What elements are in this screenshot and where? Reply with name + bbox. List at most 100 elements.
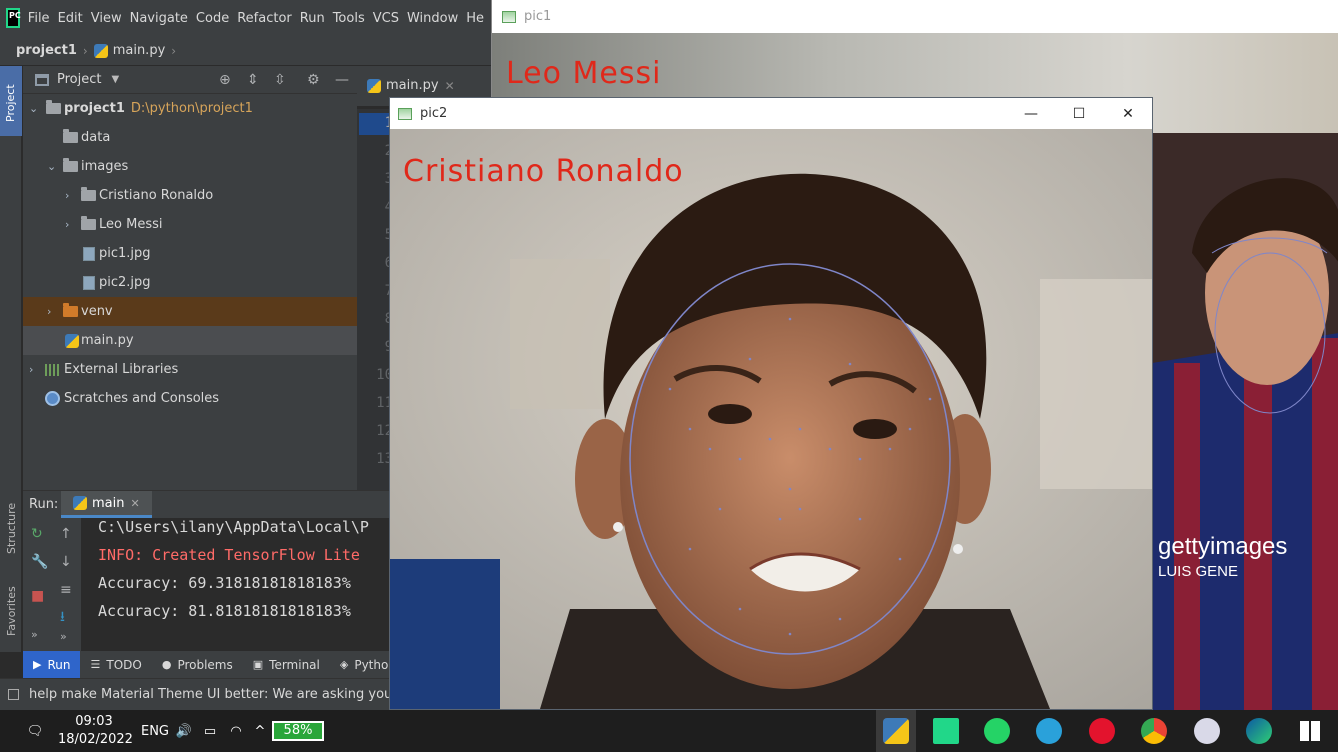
notification-icon[interactable]: 🗨	[22, 710, 48, 752]
chevron-right-icon: ›	[82, 43, 88, 58]
breadcrumb-file[interactable]: main.py	[113, 43, 166, 58]
language-indicator[interactable]: ENG	[140, 710, 170, 752]
pic1-name-label: Leo Messi	[506, 56, 662, 91]
whatsapp-app-icon[interactable]	[984, 718, 1010, 744]
tool-window-favorites-button[interactable]: Favorites	[5, 586, 18, 636]
tree-label: data	[81, 130, 111, 145]
edge-app-icon[interactable]	[1246, 718, 1272, 744]
menu-view[interactable]: View	[91, 11, 130, 26]
menu-file[interactable]: File	[28, 11, 58, 26]
chevron-down-icon[interactable]: ⌄	[29, 102, 39, 115]
more-icon[interactable]: »	[60, 630, 67, 643]
run-tab-main[interactable]: main ✕	[61, 491, 152, 518]
bottom-tab-todo[interactable]: ☰ TODO	[80, 651, 151, 678]
wifi-icon[interactable]: ◠	[226, 710, 246, 752]
tree-item-main-py[interactable]: main.py	[23, 326, 357, 355]
tree-item-leo-messi[interactable]: › Leo Messi	[23, 210, 357, 239]
opera-app-icon[interactable]	[1089, 718, 1115, 744]
menu-window[interactable]: Window	[407, 11, 466, 26]
locate-icon[interactable]: ⊕	[219, 72, 231, 88]
bottom-tab-label: Problems	[177, 657, 233, 672]
pic2-titlebar[interactable]: pic2 — ☐ ✕	[390, 98, 1152, 129]
tree-item-project1[interactable]: ⌄ project1 D:\python\project1	[23, 94, 357, 123]
close-icon[interactable]: ✕	[130, 497, 139, 510]
stop-icon[interactable]: ■	[31, 588, 44, 604]
pic2-image: Cristiano Ronaldo	[390, 129, 1152, 709]
tool-window-structure-button[interactable]: Structure	[5, 503, 18, 554]
chevron-up-icon[interactable]: ^	[250, 710, 270, 752]
menu-help[interactable]: He	[466, 11, 492, 26]
tree-item-external-libraries[interactable]: › External Libraries	[23, 355, 357, 384]
arrow-down-icon[interactable]: ↓	[60, 554, 72, 570]
soft-wrap-icon[interactable]: ≡	[60, 582, 72, 598]
pic1-titlebar[interactable]: pic1	[492, 0, 1338, 33]
menu-edit[interactable]: Edit	[58, 11, 91, 26]
tree-item-data[interactable]: data	[23, 123, 357, 152]
paint-app-icon[interactable]	[1194, 718, 1220, 744]
close-icon[interactable]: ✕	[1104, 98, 1152, 129]
tool-window-project-button[interactable]: Project	[0, 66, 22, 136]
battery-percentage[interactable]: 58%	[272, 721, 324, 741]
project-panel-title[interactable]: Project	[57, 72, 101, 87]
menu-code[interactable]: Code	[196, 11, 237, 26]
tree-item-pic2[interactable]: pic2.jpg	[23, 268, 357, 297]
wrench-icon[interactable]: 🔧	[31, 554, 48, 570]
scroll-to-end-icon[interactable]: ⭳	[60, 606, 65, 630]
rerun-icon[interactable]: ↻	[31, 526, 43, 542]
folder-icon	[63, 158, 78, 172]
chrome-app-icon[interactable]	[1141, 718, 1167, 744]
tree-item-pic1[interactable]: pic1.jpg	[23, 239, 357, 268]
python-app-icon[interactable]	[883, 718, 909, 744]
chevron-down-icon[interactable]: ⌄	[47, 160, 57, 173]
tree-item-cristiano-ronaldo[interactable]: › Cristiano Ronaldo	[23, 181, 357, 210]
project-panel-header: Project ▼ ⊕ ⇕ ⇳ ⚙ —	[23, 66, 357, 94]
project-panel: Project ▼ ⊕ ⇕ ⇳ ⚙ — ⌄ project1 D:\python\…	[23, 66, 357, 490]
caret-down-icon[interactable]: ▼	[111, 74, 119, 85]
windows-start-icon[interactable]	[1300, 721, 1320, 741]
close-icon[interactable]: ✕	[445, 79, 455, 93]
bottom-tab-problems[interactable]: ● Problems	[152, 651, 243, 678]
tree-label: pic1.jpg	[99, 246, 151, 261]
chevron-right-icon[interactable]: ›	[65, 189, 75, 202]
tree-item-venv[interactable]: › venv	[23, 297, 357, 326]
expand-all-icon[interactable]: ⇕	[247, 72, 259, 88]
tree-label: project1 D:\python\project1	[64, 101, 253, 116]
tree-item-scratches[interactable]: Scratches and Consoles	[23, 384, 357, 413]
telegram-app-icon[interactable]	[1036, 718, 1062, 744]
volume-icon[interactable]: 🔊	[174, 710, 194, 752]
editor-tab-main-py[interactable]: main.py ✕	[367, 78, 455, 93]
breadcrumb: project1 › main.py ›	[0, 36, 492, 66]
menu-refactor[interactable]: Refactor	[237, 11, 300, 26]
chevron-right-icon[interactable]: ›	[47, 305, 57, 318]
battery-icon[interactable]: ▭	[200, 710, 220, 752]
python-file-icon	[65, 333, 79, 348]
status-checkbox-icon[interactable]	[8, 689, 19, 700]
bottom-tab-run[interactable]: ▶ Run	[23, 651, 81, 678]
minimize-icon[interactable]: —	[1007, 98, 1055, 129]
folder-icon	[46, 100, 61, 114]
tree-item-images[interactable]: ⌄ images	[23, 152, 357, 181]
more-icon[interactable]: »	[31, 628, 38, 641]
info-icon: ●	[161, 658, 172, 671]
minimize-panel-icon[interactable]: —	[335, 72, 349, 88]
maximize-icon[interactable]: ☐	[1055, 98, 1103, 129]
folder-icon	[63, 129, 78, 143]
arrow-up-icon[interactable]: ↑	[60, 526, 72, 542]
image-window-icon	[398, 107, 412, 120]
breadcrumb-project[interactable]: project1	[16, 43, 77, 58]
menu-vcs[interactable]: VCS	[373, 11, 407, 26]
menu-tools[interactable]: Tools	[333, 11, 373, 26]
pic2-window[interactable]: pic2 — ☐ ✕ Cristiano Ronaldo	[389, 97, 1153, 710]
chevron-right-icon[interactable]: ›	[29, 363, 39, 376]
bottom-tab-label: Run	[47, 657, 71, 672]
tree-label: Scratches and Consoles	[64, 391, 220, 406]
gear-icon[interactable]: ⚙	[307, 72, 320, 88]
pycharm-app-icon[interactable]	[933, 718, 959, 744]
run-toolbar-primary: ↻ 🔧 ■ »	[23, 518, 52, 651]
collapse-all-icon[interactable]: ⇳	[274, 72, 286, 88]
chevron-right-icon[interactable]: ›	[65, 218, 75, 231]
clock[interactable]: 09:03 18/02/2022	[58, 713, 133, 749]
menu-run[interactable]: Run	[300, 11, 333, 26]
menu-navigate[interactable]: Navigate	[130, 11, 196, 26]
bottom-tab-terminal[interactable]: ▣ Terminal	[243, 651, 330, 678]
